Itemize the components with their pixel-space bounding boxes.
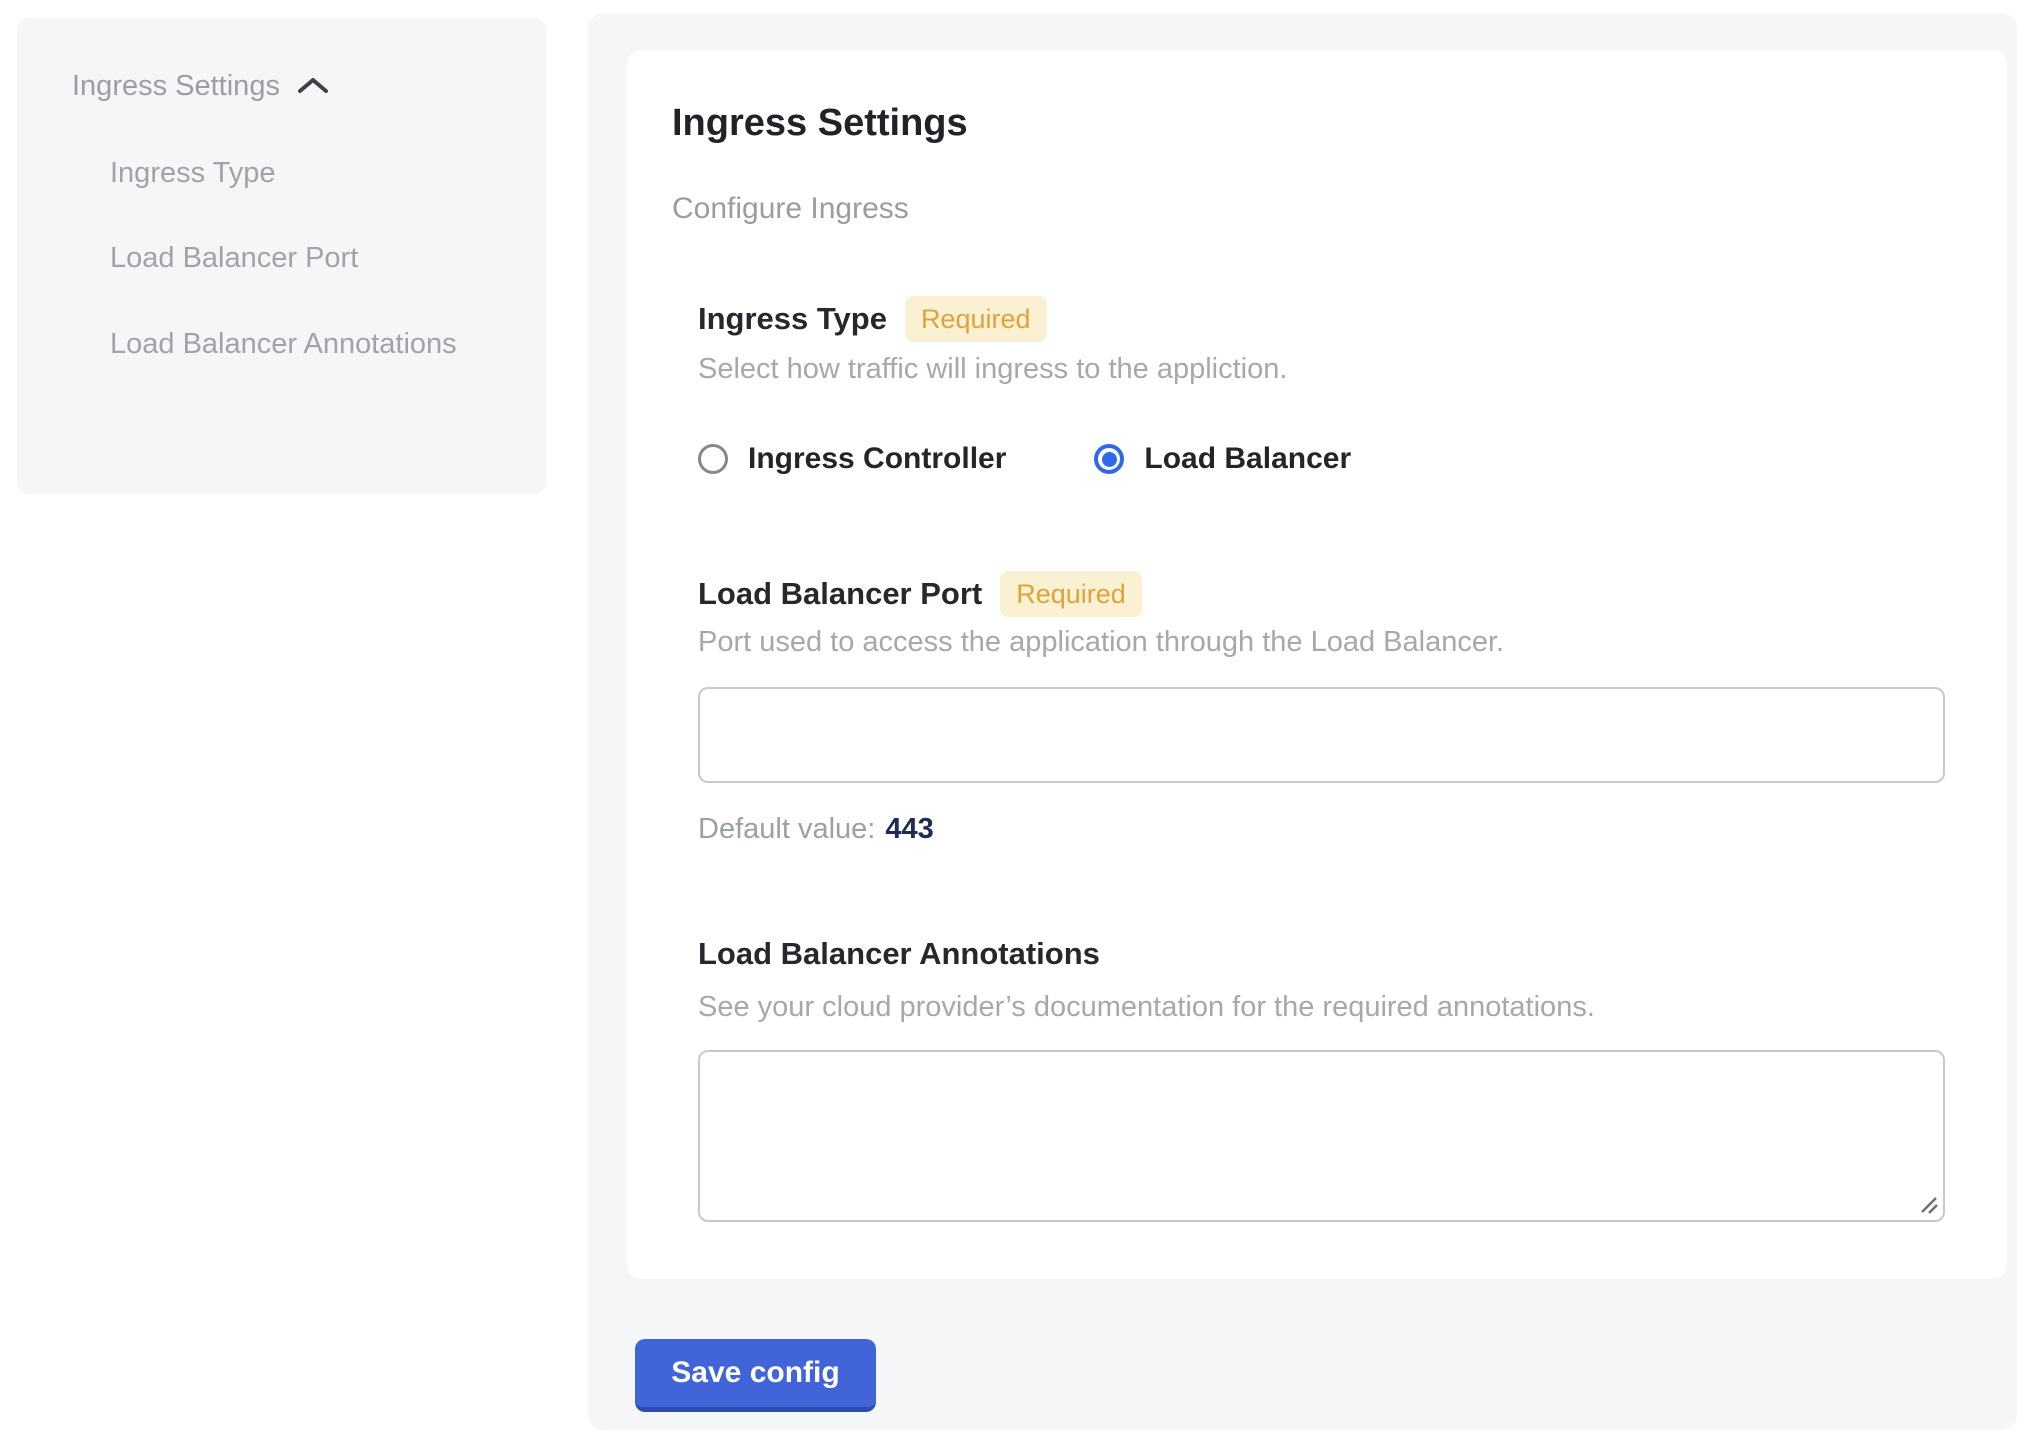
sidebar-group-ingress-settings[interactable]: Ingress Settings: [72, 68, 330, 104]
sidebar-item-ingress-type[interactable]: Ingress Type: [110, 143, 276, 203]
page-subtitle: Configure Ingress: [672, 192, 909, 226]
radio-unselected-icon[interactable]: [698, 444, 728, 474]
ingress-type-radio-group: Ingress Controller Load Balancer: [698, 442, 1351, 476]
radio-label-load-balancer: Load Balancer: [1144, 442, 1351, 476]
load-balancer-port-input[interactable]: [698, 687, 1945, 783]
save-config-button[interactable]: Save config: [635, 1339, 876, 1412]
ingress-settings-card: Ingress Settings Configure Ingress Ingre…: [627, 50, 2007, 1279]
main-panel: Ingress Settings Configure Ingress Ingre…: [588, 13, 2017, 1430]
radio-label-ingress-controller: Ingress Controller: [748, 442, 1006, 476]
section-title-load-balancer-port: Load Balancer Port: [698, 576, 982, 612]
settings-sidebar: Ingress Settings Ingress Type Load Balan…: [17, 18, 546, 494]
radio-selected-icon[interactable]: [1094, 444, 1124, 474]
default-value-number: 443: [885, 813, 933, 845]
section-desc-load-balancer-port: Port used to access the application thro…: [698, 626, 1504, 659]
radio-dot: [1102, 452, 1117, 467]
sidebar-group-label: Ingress Settings: [72, 68, 280, 104]
section-desc-load-balancer-annotations: See your cloud provider’s documentation …: [698, 991, 1595, 1024]
section-load-balancer-port-header: Load Balancer Port Required: [698, 571, 1142, 617]
radio-option-load-balancer[interactable]: Load Balancer: [1094, 442, 1351, 476]
annotations-textarea-wrap: [698, 1050, 1945, 1222]
sidebar-item-load-balancer-port[interactable]: Load Balancer Port: [110, 228, 358, 288]
page-title: Ingress Settings: [672, 102, 968, 145]
section-title-ingress-type: Ingress Type: [698, 301, 887, 337]
section-desc-ingress-type: Select how traffic will ingress to the a…: [698, 353, 1287, 386]
section-title-load-balancer-annotations: Load Balancer Annotations: [698, 936, 1100, 972]
chevron-up-icon: [296, 76, 330, 96]
required-badge: Required: [905, 296, 1047, 342]
radio-option-ingress-controller[interactable]: Ingress Controller: [698, 442, 1006, 476]
required-badge: Required: [1000, 571, 1142, 617]
default-value-label: Default value:: [698, 813, 875, 845]
load-balancer-annotations-textarea[interactable]: [698, 1050, 1945, 1222]
sidebar-item-load-balancer-annotations[interactable]: Load Balancer Annotations: [110, 314, 457, 374]
default-value-line: Default value: 443: [698, 813, 934, 846]
section-ingress-type-header: Ingress Type Required: [698, 296, 1047, 342]
section-load-balancer-annotations-header: Load Balancer Annotations: [698, 936, 1100, 972]
